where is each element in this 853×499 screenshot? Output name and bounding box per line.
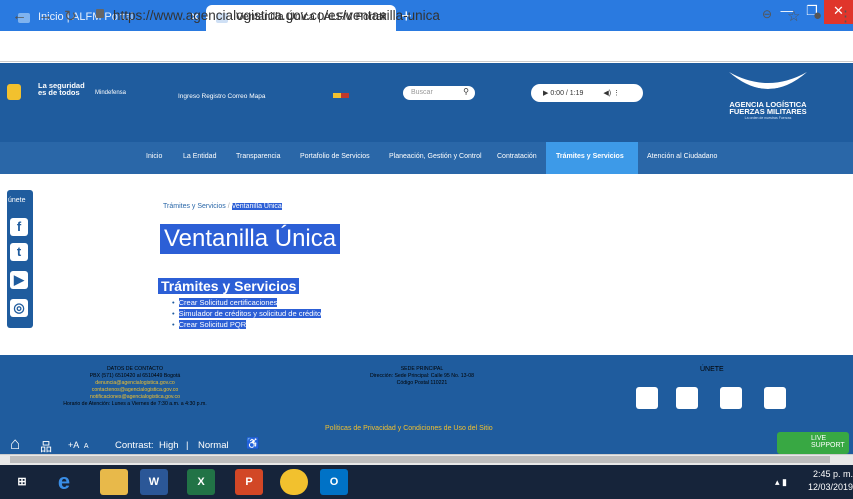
menu-icon[interactable]: ⋮	[838, 7, 853, 25]
windows-start-icon[interactable]: ⊞	[8, 469, 36, 495]
brand-name: AGENCIA LOGÍSTICA FUERZAS MILITARES	[729, 100, 807, 116]
email-link[interactable]: notificaciones@agencialogistica.gov.co	[50, 394, 220, 401]
chrome-icon[interactable]	[280, 469, 308, 495]
twitter-icon[interactable]: t	[10, 243, 28, 261]
instagram-icon[interactable]: ◎	[10, 299, 28, 317]
audio-time: 0:00 / 1:19	[550, 90, 584, 97]
volume-icon[interactable]: ◀)	[603, 90, 611, 97]
footer-unete: ÚNETE	[700, 366, 724, 373]
mindefensa-link[interactable]: Mindefensa	[95, 90, 126, 96]
email-link[interactable]: denuncia@agencialogistica.gov.co	[50, 380, 220, 387]
services-list: Crear Solicitud certificaciones Simulado…	[172, 298, 322, 331]
tray-icons[interactable]: ▴ ▮	[775, 477, 787, 488]
powerpoint-icon[interactable]: P	[235, 469, 263, 495]
ie-icon[interactable]: e	[50, 469, 78, 495]
nav-transparencia[interactable]: Transparencia	[236, 153, 281, 160]
footer-facebook-icon[interactable]	[676, 387, 698, 409]
url-field[interactable]: https://www.agencialogistica.gov.co/es/v…	[113, 8, 440, 23]
facebook-icon[interactable]: f	[10, 218, 28, 236]
colombia-crest-icon	[7, 84, 21, 100]
scrollbar-thumb[interactable]	[10, 456, 830, 463]
link-correo[interactable]: Correo	[228, 93, 248, 100]
nav-tramites[interactable]: Trámites y Servicios	[556, 153, 624, 160]
live-support-button[interactable]: LIVE SUPPORT	[777, 432, 849, 454]
outlook-icon[interactable]: O	[320, 469, 348, 495]
audio-menu-icon[interactable]: ⋮	[613, 90, 620, 97]
top-links: Ingreso Registro Correo Mapa	[178, 93, 265, 100]
home-icon[interactable]: ⌂	[10, 434, 20, 454]
list-item: Crear Solicitud PQR	[172, 320, 321, 329]
nav-contratacion[interactable]: Contratación	[497, 153, 537, 160]
breadcrumb: Trámites y Servicios / Ventanilla Única	[163, 203, 282, 210]
sitemap-icon[interactable]: 品	[40, 438, 52, 455]
excel-icon[interactable]: X	[187, 469, 215, 495]
unete-label: únete	[8, 197, 26, 204]
search-input[interactable]: Buscar ⚲	[403, 86, 475, 100]
sede-block: SEDE PRINCIPAL Dirección: Sede Principal…	[369, 366, 475, 386]
profile-icon[interactable]: ●	[813, 7, 822, 24]
back-icon[interactable]: ←	[12, 7, 27, 24]
list-item: Crear Solicitud certificaciones	[172, 298, 321, 307]
list-item: Simulador de créditos y solicitud de cré…	[172, 309, 322, 318]
page-title: Ventanilla Única	[160, 224, 341, 254]
service-link[interactable]: Crear Solicitud certificaciones	[178, 298, 278, 307]
contrast-label: Contrast:	[115, 440, 154, 451]
email-link[interactable]: contactenos@agencialogistica.gov.co	[50, 387, 220, 394]
gov-logo[interactable]: La seguridad es de todos	[38, 82, 85, 97]
nav-planeacion[interactable]: Planeación, Gestión y Control	[389, 153, 482, 160]
nav-portafolio[interactable]: Portafolio de Servicios	[300, 153, 370, 160]
footer-youtube-icon[interactable]	[636, 387, 658, 409]
word-icon[interactable]: W	[140, 469, 168, 495]
breadcrumb-link[interactable]: Trámites y Servicios	[163, 203, 226, 210]
section-title: Trámites y Servicios	[158, 278, 300, 294]
link-registro[interactable]: Registro	[202, 93, 226, 100]
search-icon[interactable]: ⚲	[463, 87, 469, 96]
contrast-high-button[interactable]: High	[159, 440, 179, 451]
play-icon[interactable]: ▶	[543, 90, 548, 97]
lock-icon	[96, 9, 104, 18]
font-size-control[interactable]: +A A	[68, 440, 88, 450]
zoom-icon[interactable]: ⊖	[762, 7, 772, 21]
contrast-normal-button[interactable]: Normal	[198, 440, 229, 451]
reload-icon[interactable]: ↻	[64, 7, 77, 25]
nav-la-entidad[interactable]: La Entidad	[183, 153, 216, 160]
nav-atencion[interactable]: Atención al Ciudadano	[647, 153, 717, 160]
link-ingreso[interactable]: Ingreso	[178, 93, 200, 100]
service-link[interactable]: Simulador de créditos y solicitud de cré…	[178, 309, 322, 318]
bookmark-star-icon[interactable]: ☆	[787, 7, 800, 25]
service-link[interactable]: Crear Solicitud PQR	[178, 320, 247, 329]
footer-twitter-icon[interactable]	[720, 387, 742, 409]
youtube-icon[interactable]: ▶	[10, 271, 28, 289]
clock[interactable]: 2:45 p. m. 12/03/2019	[808, 468, 853, 494]
accessibility-icon[interactable]: ♿	[246, 437, 260, 450]
file-explorer-icon[interactable]	[100, 469, 128, 495]
footer-instagram-icon[interactable]	[764, 387, 786, 409]
audio-player[interactable]: ▶ 0:00 / 1:19 ◀) ⋮	[531, 84, 643, 102]
nav-inicio[interactable]: Inicio	[146, 153, 162, 160]
link-mapa[interactable]: Mapa	[249, 93, 265, 100]
forward-icon[interactable]: →	[38, 7, 53, 24]
contact-block: DATOS DE CONTACTO PBX (571) 6510420 al 6…	[50, 366, 220, 408]
address-bar	[0, 31, 853, 62]
policy-link[interactable]: Políticas de Privacidad y Condiciones de…	[325, 425, 493, 432]
brand-tagline: La orden de nuestras Fuerzas	[744, 116, 792, 120]
breadcrumb-current: Ventanilla Única	[231, 203, 282, 210]
language-flags-icon[interactable]	[333, 93, 349, 98]
separator: |	[186, 440, 189, 451]
